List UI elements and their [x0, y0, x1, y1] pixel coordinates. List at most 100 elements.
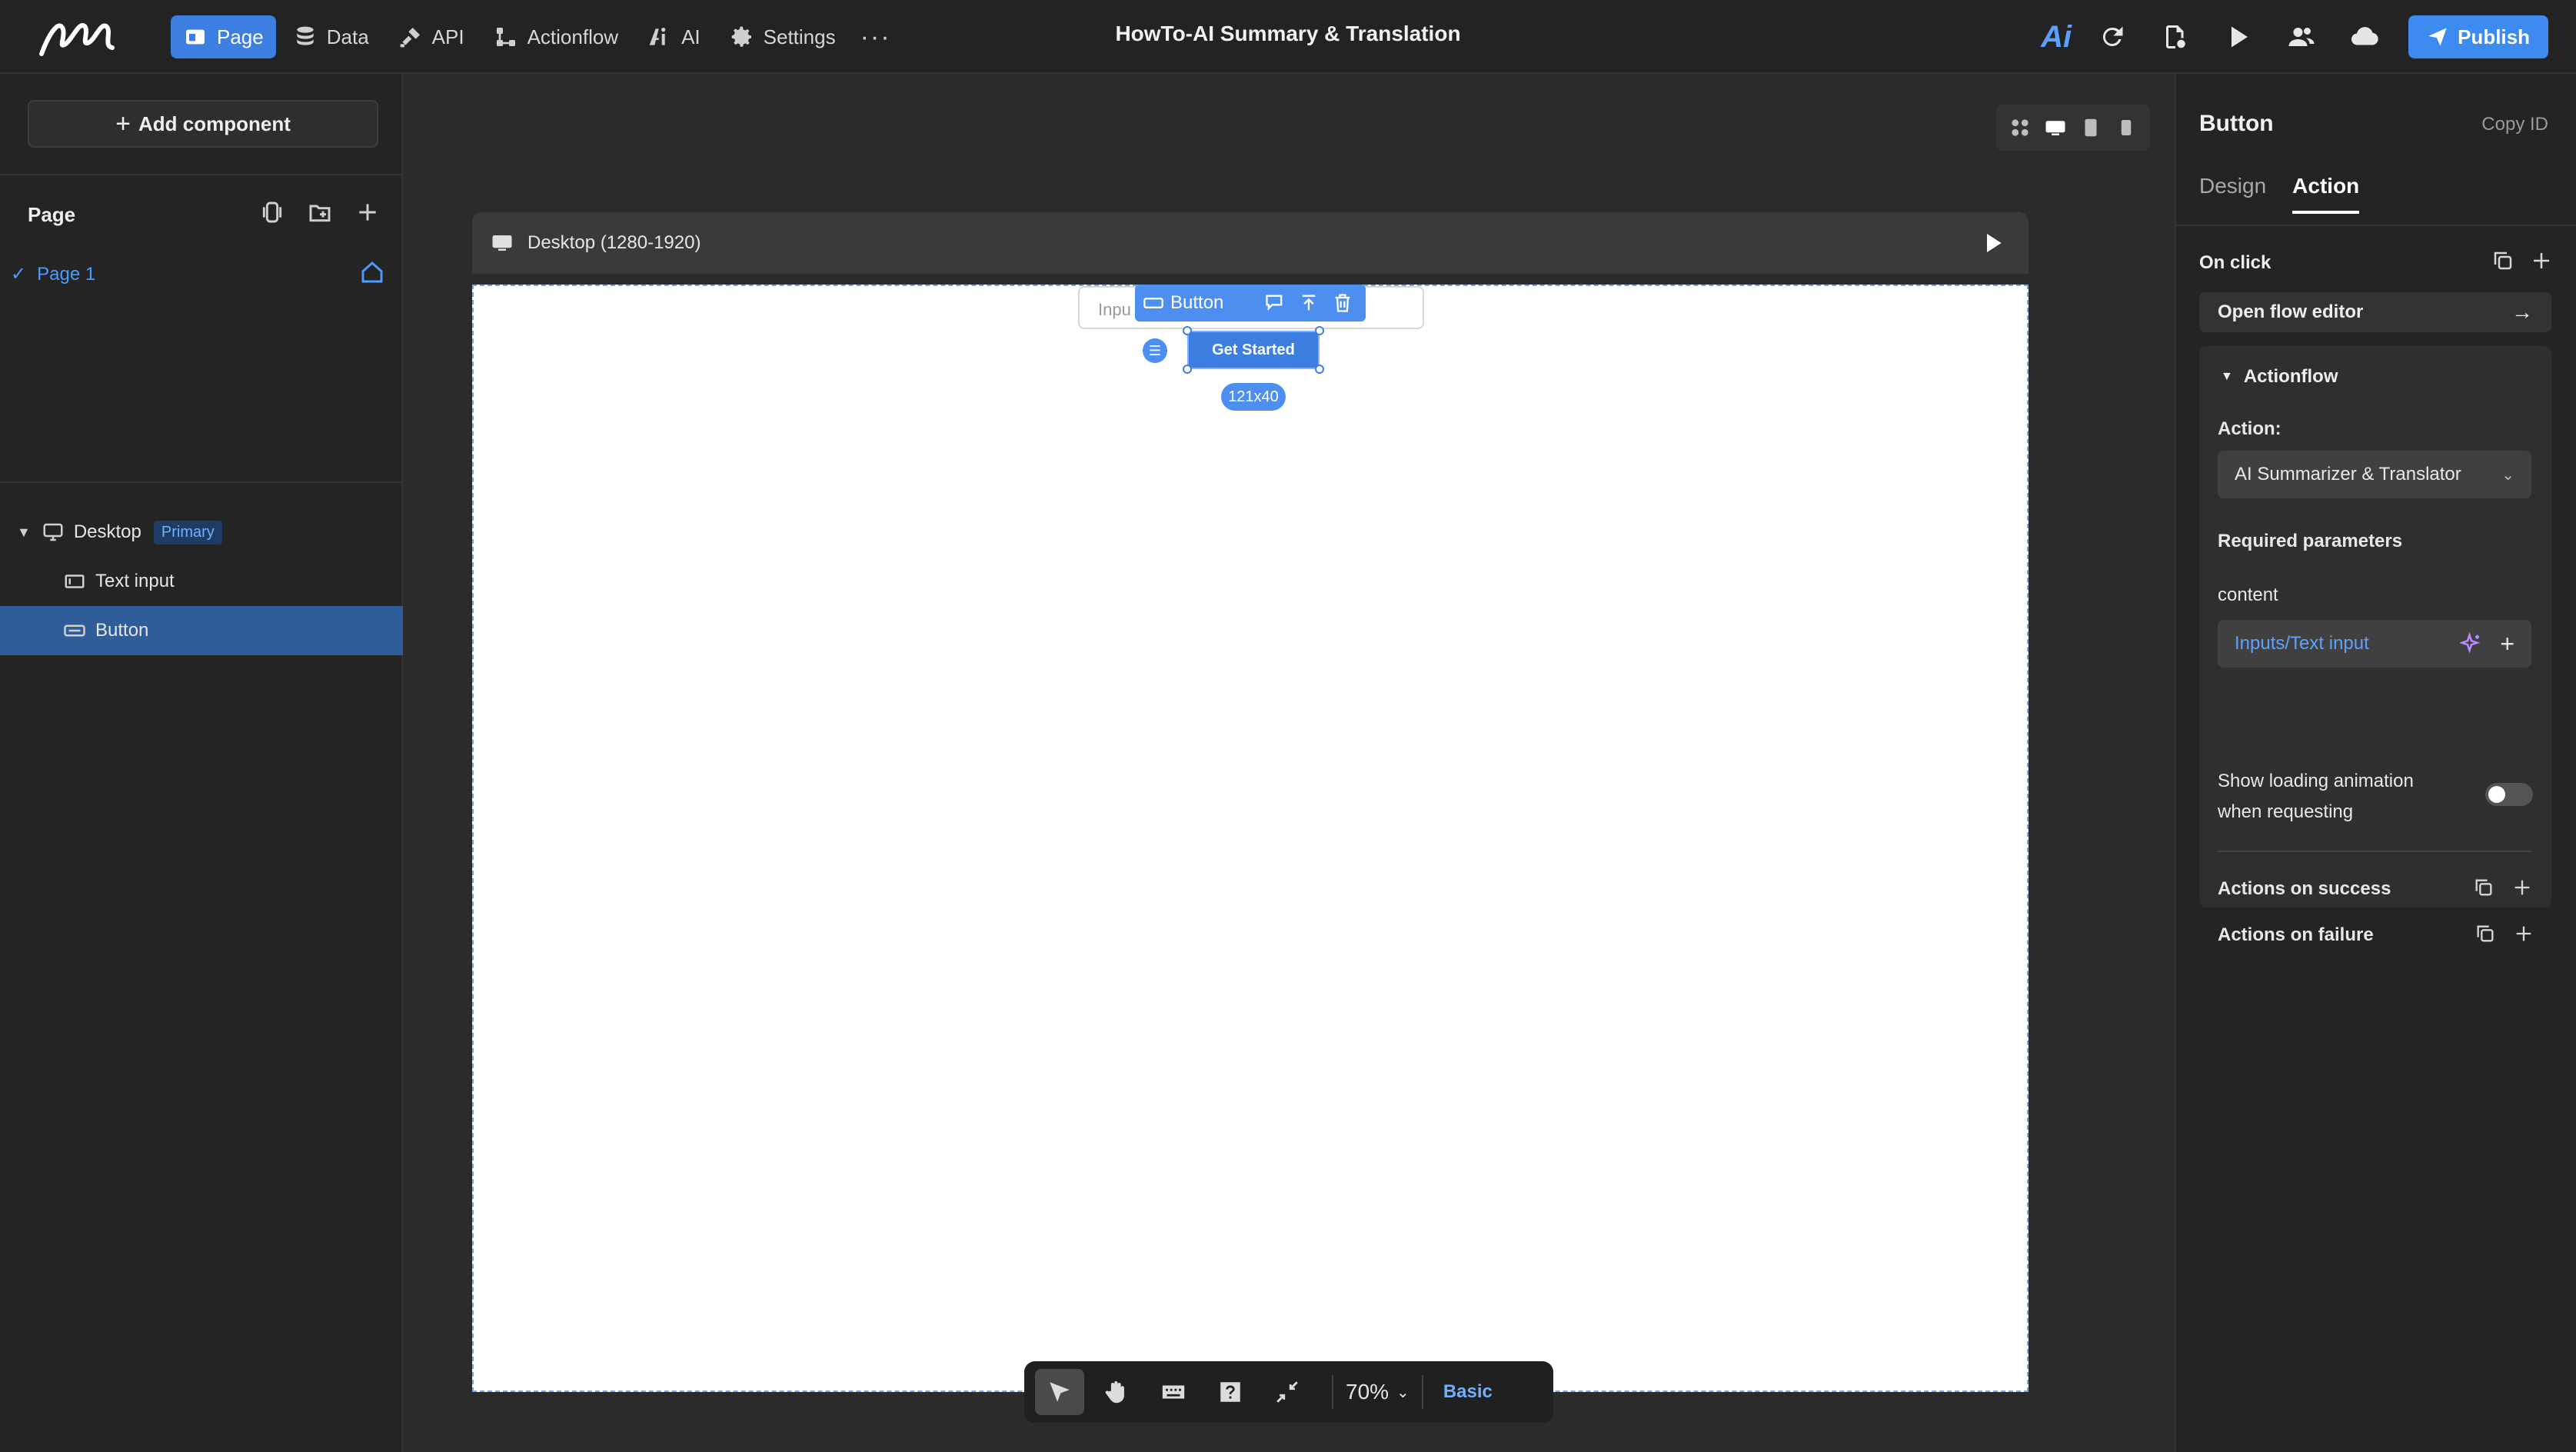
frame-label: Desktop (1280-1920) — [528, 232, 701, 253]
move-up-icon[interactable] — [1298, 292, 1320, 314]
select-tool[interactable] — [1035, 1369, 1084, 1415]
resize-handle[interactable] — [1183, 326, 1192, 335]
tab-design[interactable]: Design — [2199, 174, 2266, 214]
divider — [2176, 225, 2576, 226]
home-icon[interactable] — [360, 260, 384, 285]
add-icon[interactable] — [2511, 877, 2533, 898]
fit-tool[interactable] — [1263, 1369, 1312, 1415]
collaborators-button[interactable] — [2285, 21, 2318, 53]
resize-handle[interactable] — [1315, 365, 1324, 374]
panel-title: Button — [2199, 111, 2274, 136]
trash-icon[interactable] — [1332, 292, 1353, 314]
actions-failure-title: Actions on failure — [2218, 924, 2374, 945]
resize-handle[interactable] — [1315, 326, 1324, 335]
action-select-value: AI Summarizer & Translator — [2235, 464, 2461, 485]
send-icon — [2428, 28, 2447, 46]
add-folder-icon[interactable] — [308, 200, 332, 225]
layout-menu-icon[interactable]: ☰ — [1143, 338, 1167, 363]
divider — [0, 174, 403, 175]
copy-flow-icon[interactable] — [2473, 877, 2494, 898]
nav-page[interactable]: Page — [171, 15, 276, 58]
ai-icon — [649, 28, 666, 45]
actionflow-header[interactable]: ▼ Actionflow — [2221, 366, 2338, 388]
tree-item-button[interactable]: Button — [0, 606, 403, 655]
add-icon[interactable] — [2513, 923, 2534, 944]
nav-data-label: Data — [326, 25, 369, 48]
tablet-view-icon[interactable] — [2079, 116, 2102, 139]
nav-actionflow-label: Actionflow — [527, 25, 619, 48]
open-flow-editor-button[interactable]: Open flow editor → — [2199, 292, 2551, 332]
add-component-button[interactable]: + Add component — [28, 100, 378, 148]
action-select[interactable]: AI Summarizer & Translator ⌄ — [2218, 451, 2531, 498]
more-menu-icon[interactable]: ··· — [860, 22, 891, 52]
nav-actionflow[interactable]: Actionflow — [481, 15, 631, 58]
tree-item-label: Text input — [95, 571, 175, 591]
frame-header[interactable]: Desktop (1280-1920) — [472, 212, 2029, 274]
divider — [1421, 1375, 1423, 1409]
canvas-area[interactable]: Desktop (1280-1920) Inpu Button ☰ Get St… — [404, 74, 2175, 1452]
copy-id-button[interactable]: Copy ID — [2481, 114, 2548, 135]
users-icon — [2288, 28, 2315, 46]
nav-ai[interactable]: AI — [635, 15, 713, 58]
caret-down-icon[interactable]: ▼ — [17, 525, 31, 541]
tab-action[interactable]: Action — [2292, 174, 2360, 214]
help-tool[interactable] — [1206, 1369, 1255, 1415]
grid-view-icon[interactable] — [2009, 116, 2032, 139]
primary-badge: Primary — [153, 520, 222, 544]
play-icon — [2232, 26, 2248, 48]
selection-tools — [1258, 292, 1360, 314]
add-icon[interactable]: + — [2500, 630, 2514, 658]
refresh-button[interactable] — [2096, 21, 2128, 53]
copy-flow-icon[interactable] — [2491, 249, 2514, 272]
desktop-frame[interactable]: Inpu Button ☰ Get Started 121x40 — [472, 285, 2029, 1392]
zoom-dropdown[interactable]: 70% ⌄ — [1346, 1380, 1409, 1404]
action-label: Action: — [2218, 418, 2281, 439]
get-started-button[interactable]: Get Started — [1187, 331, 1320, 369]
comment-icon[interactable] — [1264, 292, 1286, 314]
success-actions — [2456, 877, 2533, 898]
chevron-down-icon: ⌄ — [1396, 1384, 1409, 1401]
tree-item-desktop[interactable]: ▼ Desktop Primary — [0, 508, 403, 557]
keyboard-tool[interactable] — [1149, 1369, 1198, 1415]
selection-label: Button — [1170, 292, 1224, 313]
add-icon[interactable] — [2530, 249, 2553, 272]
check-icon: ✓ — [11, 264, 27, 285]
main-nav: Page Data API Actionflow AI Settings ··· — [171, 15, 891, 58]
add-page-icon[interactable] — [355, 200, 380, 225]
copy-flow-icon[interactable] — [2474, 923, 2496, 944]
desktop-view-icon[interactable] — [2044, 116, 2067, 139]
publish-button[interactable]: Publish — [2408, 15, 2548, 58]
page-layers-icon[interactable] — [260, 200, 285, 225]
page-list-item[interactable]: ✓ Page 1 — [11, 260, 384, 285]
nav-api-label: API — [431, 25, 464, 48]
ai-sparkle-icon[interactable] — [2460, 632, 2483, 655]
open-flow-editor-label: Open flow editor — [2218, 301, 2364, 322]
document-gear-icon — [2166, 25, 2185, 48]
loading-animation-toggle[interactable] — [2485, 783, 2533, 806]
nav-data[interactable]: Data — [281, 15, 381, 58]
ai-assistant-icon[interactable]: Ai — [2041, 20, 2072, 55]
param-value-field[interactable]: Inputs/Text input + — [2218, 620, 2531, 668]
button-icon — [64, 624, 85, 637]
top-right-actions: Ai Publish — [2041, 14, 2548, 60]
play-icon[interactable] — [1981, 231, 2005, 255]
app-logo-icon[interactable] — [37, 14, 117, 60]
toggle-knob — [2488, 786, 2505, 803]
nav-page-label: Page — [217, 25, 264, 48]
preview-button[interactable] — [2222, 21, 2255, 53]
monitor-icon — [43, 523, 63, 541]
cloud-sync-button[interactable] — [2348, 21, 2381, 53]
nav-api[interactable]: API — [386, 15, 477, 58]
resize-handle[interactable] — [1183, 365, 1192, 374]
panel-tabs: Design Action — [2199, 174, 2385, 214]
tree-item-text-input[interactable]: Text input — [0, 557, 403, 606]
nav-settings[interactable]: Settings — [717, 15, 848, 58]
hand-tool[interactable] — [1092, 1369, 1141, 1415]
flow-icon — [496, 28, 515, 46]
failure-actions — [2458, 923, 2534, 944]
divider — [0, 481, 403, 483]
mobile-view-icon[interactable] — [2115, 116, 2138, 139]
on-click-title: On click — [2199, 252, 2271, 273]
page-settings-button[interactable] — [2159, 21, 2192, 53]
mode-toggle[interactable]: Basic — [1443, 1381, 1493, 1403]
